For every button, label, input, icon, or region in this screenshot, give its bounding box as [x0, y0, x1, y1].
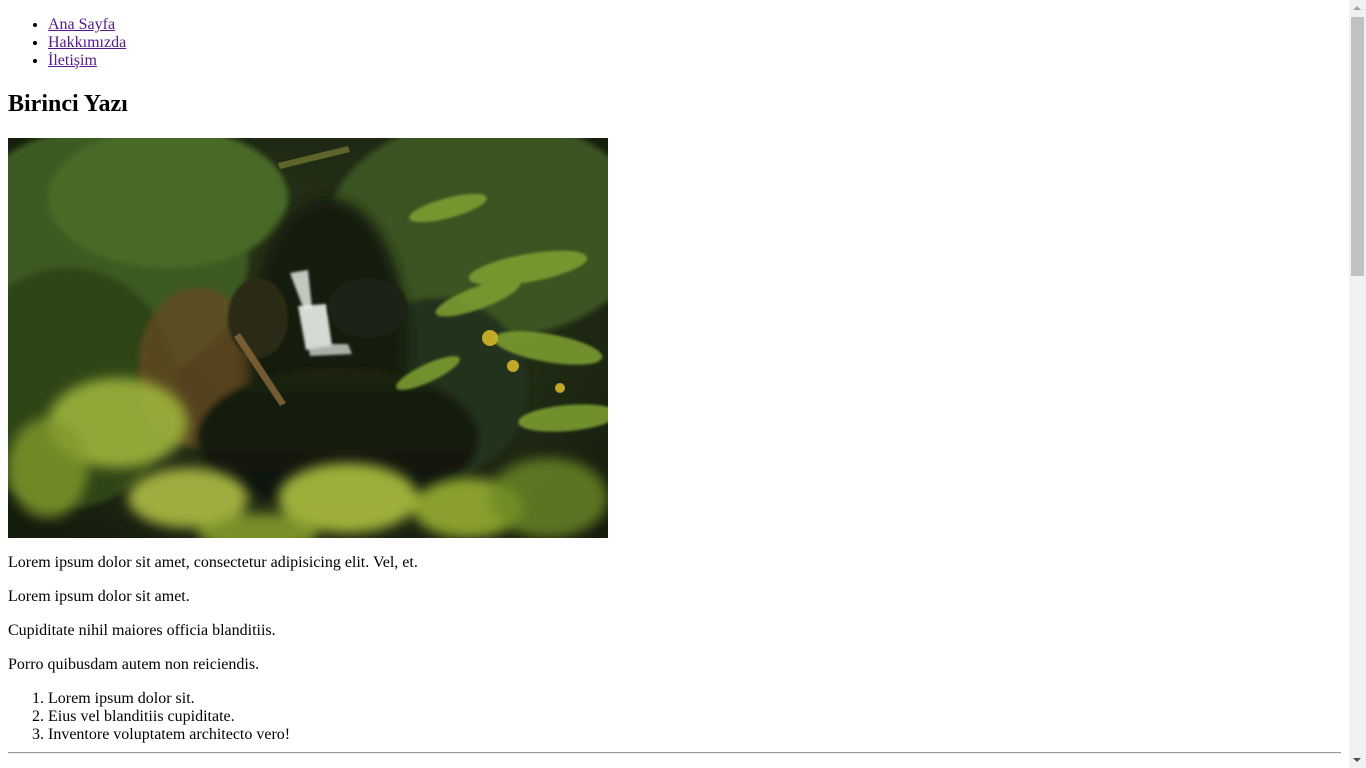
- nav-link-about[interactable]: Hakkımızda: [48, 34, 126, 51]
- horizontal-divider: [8, 752, 1341, 754]
- nav-item-home: Ana Sayfa: [48, 16, 1341, 34]
- nav-item-contact: İletişim: [48, 52, 1341, 70]
- list-item: Inventore voluptatem architecto vero!: [48, 726, 1341, 744]
- page-content: Ana Sayfa Hakkımızda İletişim Birinci Ya…: [8, 0, 1341, 768]
- scroll-up-arrow-icon[interactable]: [1353, 6, 1361, 10]
- nav-link-contact[interactable]: İletişim: [48, 52, 97, 69]
- post-title: Birinci Yazı: [8, 91, 128, 117]
- post-paragraph: Porro quibusdam autem non reiciendis.: [8, 656, 260, 673]
- vertical-scrollbar[interactable]: [1349, 0, 1366, 768]
- scrollbar-thumb[interactable]: [1351, 17, 1364, 276]
- forest-waterfall-image: [8, 138, 608, 538]
- list-item: Lorem ipsum dolor sit.: [48, 690, 1341, 708]
- post-paragraph: Lorem ipsum dolor sit amet.: [8, 588, 190, 605]
- main-nav: Ana Sayfa Hakkımızda İletişim: [8, 16, 1341, 70]
- scroll-down-arrow-icon[interactable]: [1353, 758, 1361, 762]
- post-ordered-list: Lorem ipsum dolor sit. Eius vel blanditi…: [8, 690, 1341, 744]
- nav-item-about: Hakkımızda: [48, 34, 1341, 52]
- post-paragraph: Cupiditate nihil maiores officia blandit…: [8, 622, 276, 639]
- list-item: Eius vel blanditiis cupiditate.: [48, 708, 1341, 726]
- post-paragraph: Lorem ipsum dolor sit amet, consectetur …: [8, 554, 418, 571]
- nav-link-home[interactable]: Ana Sayfa: [48, 16, 115, 33]
